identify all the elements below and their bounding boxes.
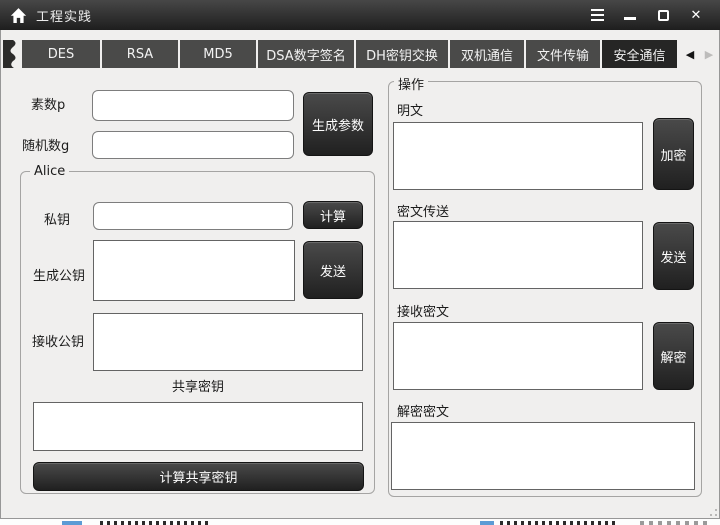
plaintext-label: 明文: [397, 104, 424, 119]
alice-group-label: Alice: [30, 164, 70, 179]
resize-grip[interactable]: [705, 504, 717, 516]
close-icon: ✕: [690, 7, 702, 23]
tab-scroll-right-icon[interactable]: ▶: [701, 40, 717, 68]
private-key-input[interactable]: [93, 202, 293, 230]
minimize-icon: [624, 16, 636, 20]
recv-public-key-label: 接收公钥: [32, 335, 85, 350]
tab-dual-machine-comm[interactable]: 双机通信: [450, 40, 524, 68]
tab-scroll-left-icon[interactable]: ◀: [682, 40, 698, 68]
calculate-button[interactable]: 计算: [303, 201, 363, 229]
maximize-icon: [657, 9, 669, 21]
random-g-label: 随机数g: [22, 139, 70, 154]
prime-p-label: 素数p: [31, 98, 66, 113]
decrypted-label: 解密密文: [397, 405, 450, 420]
maximize-button[interactable]: [651, 4, 675, 26]
tab-secure-comm[interactable]: 安全通信: [602, 40, 677, 68]
plaintext-textarea[interactable]: [393, 122, 643, 190]
recv-cipher-label: 接收密文: [397, 305, 450, 320]
tab-file-transfer[interactable]: 文件传输: [526, 40, 600, 68]
calc-shared-key-button[interactable]: 计算共享密钥: [33, 462, 364, 491]
decrypted-textarea[interactable]: [391, 422, 695, 490]
gen-public-key-textarea[interactable]: [93, 240, 295, 301]
decrypt-button[interactable]: 解密: [653, 322, 694, 390]
cipher-send-textarea[interactable]: [393, 221, 643, 289]
recv-public-key-textarea[interactable]: [93, 313, 363, 371]
title-bar: 工程实践 ✕: [0, 0, 720, 30]
scrolled-tab-stub: [3, 40, 16, 68]
shared-key-textarea[interactable]: [33, 402, 363, 451]
recv-cipher-textarea[interactable]: [393, 322, 643, 390]
send-cipher-button[interactable]: 发送: [653, 222, 694, 290]
close-button[interactable]: ✕: [684, 4, 708, 26]
private-key-label: 私钥: [44, 213, 71, 228]
operation-group-label: 操作: [394, 74, 429, 93]
tab-rsa[interactable]: RSA: [102, 40, 178, 68]
gen-public-key-label: 生成公钥: [33, 269, 86, 284]
tab-des[interactable]: DES: [22, 40, 100, 68]
random-g-input[interactable]: [92, 131, 294, 159]
hamburger-icon: [590, 8, 604, 22]
cipher-send-label: 密文传送: [397, 205, 450, 220]
tab-dsa-signature[interactable]: DSA数字签名: [258, 40, 354, 68]
send-public-key-button[interactable]: 发送: [303, 241, 363, 299]
window-title: 工程实践: [36, 9, 93, 25]
menu-button[interactable]: [585, 4, 609, 26]
home-icon: [10, 7, 27, 23]
tab-dh-key-exchange[interactable]: DH密钥交换: [356, 40, 448, 68]
prime-p-input[interactable]: [92, 90, 294, 121]
generate-params-button[interactable]: 生成参数: [303, 92, 373, 156]
tab-strip: DES RSA MD5 DSA数字签名 DH密钥交换 双机通信 文件传输 安全通…: [0, 40, 720, 68]
tab-md5[interactable]: MD5: [180, 40, 256, 68]
encrypt-button[interactable]: 加密: [653, 118, 694, 190]
background-window-sliver: [0, 519, 720, 525]
app-window: 工程实践 ✕ DES RSA MD5 DSA数字签名 DH密钥交换 双机通信 文: [0, 0, 720, 525]
minimize-button[interactable]: [618, 4, 642, 26]
shared-key-label: 共享密钥: [172, 380, 225, 395]
